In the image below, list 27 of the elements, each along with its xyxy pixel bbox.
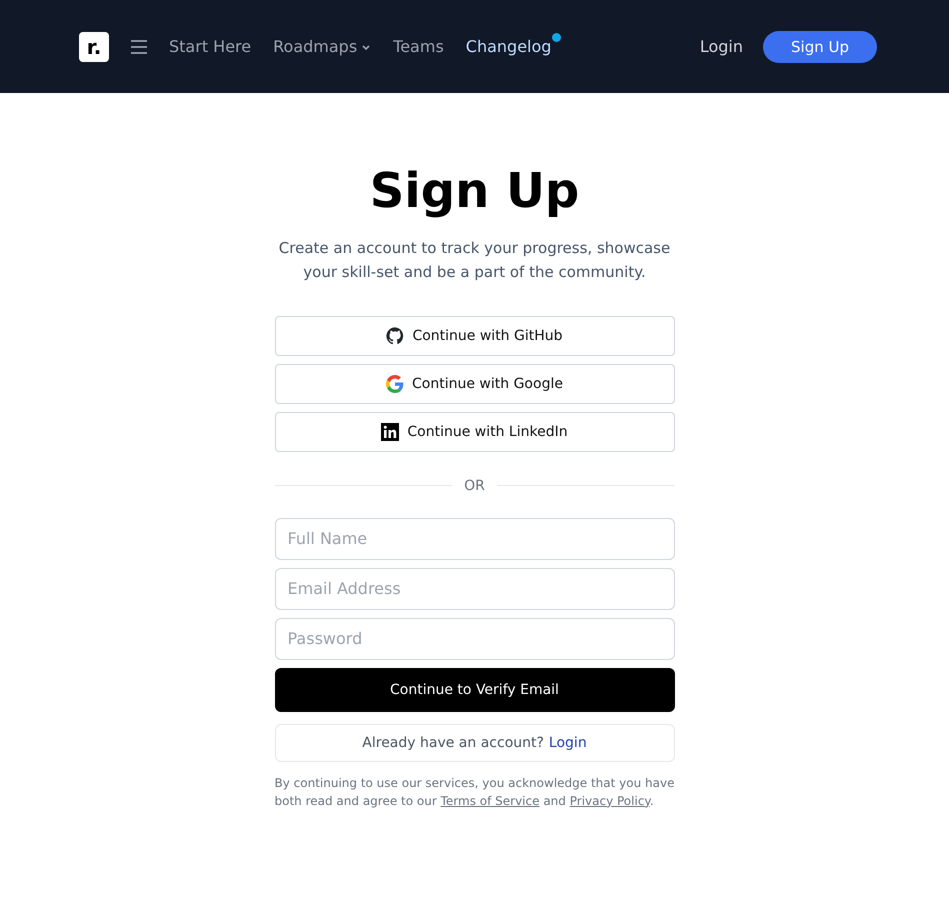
login-link[interactable]: Login xyxy=(548,734,587,751)
nav-link[interactable]: Start Here xyxy=(169,37,252,56)
divider-label: OR xyxy=(464,478,485,494)
input-field[interactable]: Password xyxy=(274,618,674,660)
notification-dot xyxy=(552,33,562,42)
github-icon xyxy=(386,326,404,345)
nav-link[interactable]: Roadmaps xyxy=(273,37,372,56)
input-field[interactable]: Full Name xyxy=(274,518,674,560)
google-icon xyxy=(386,374,404,393)
social-login-button[interactable]: Continue with GitHub xyxy=(274,316,674,356)
input-field[interactable]: Email Address xyxy=(274,568,674,610)
nav-link[interactable]: Changelog xyxy=(466,37,562,56)
logo[interactable]: r. xyxy=(79,32,109,62)
legal-notice: By continuing to use our services, you acknowledge that you have both read and agree to our Terms of Service and Privacy Policy. xyxy=(274,774,674,810)
subtitle: Create an account to track your progress, showcase your skill-set and be a part of the community. xyxy=(278,238,672,283)
sign-up-button[interactable]: Sign Up xyxy=(763,30,877,62)
verify-email-button[interactable]: Continue to Verify Email xyxy=(274,668,674,712)
login-link[interactable]: Login xyxy=(700,37,743,56)
login-prompt-text: Already have an account? xyxy=(362,734,544,751)
privacy-link[interactable]: Privacy Policy xyxy=(570,794,650,808)
terms-link[interactable]: Terms of Service xyxy=(440,794,540,808)
page-title: Sign Up xyxy=(368,165,580,218)
social-login-button[interactable]: Continue with Google xyxy=(274,364,674,404)
social-login-button[interactable]: Continue with LinkedIn xyxy=(274,412,674,452)
linkedin-icon xyxy=(381,422,400,441)
nav-link[interactable]: Teams xyxy=(393,37,444,56)
menu-icon[interactable] xyxy=(131,40,147,54)
